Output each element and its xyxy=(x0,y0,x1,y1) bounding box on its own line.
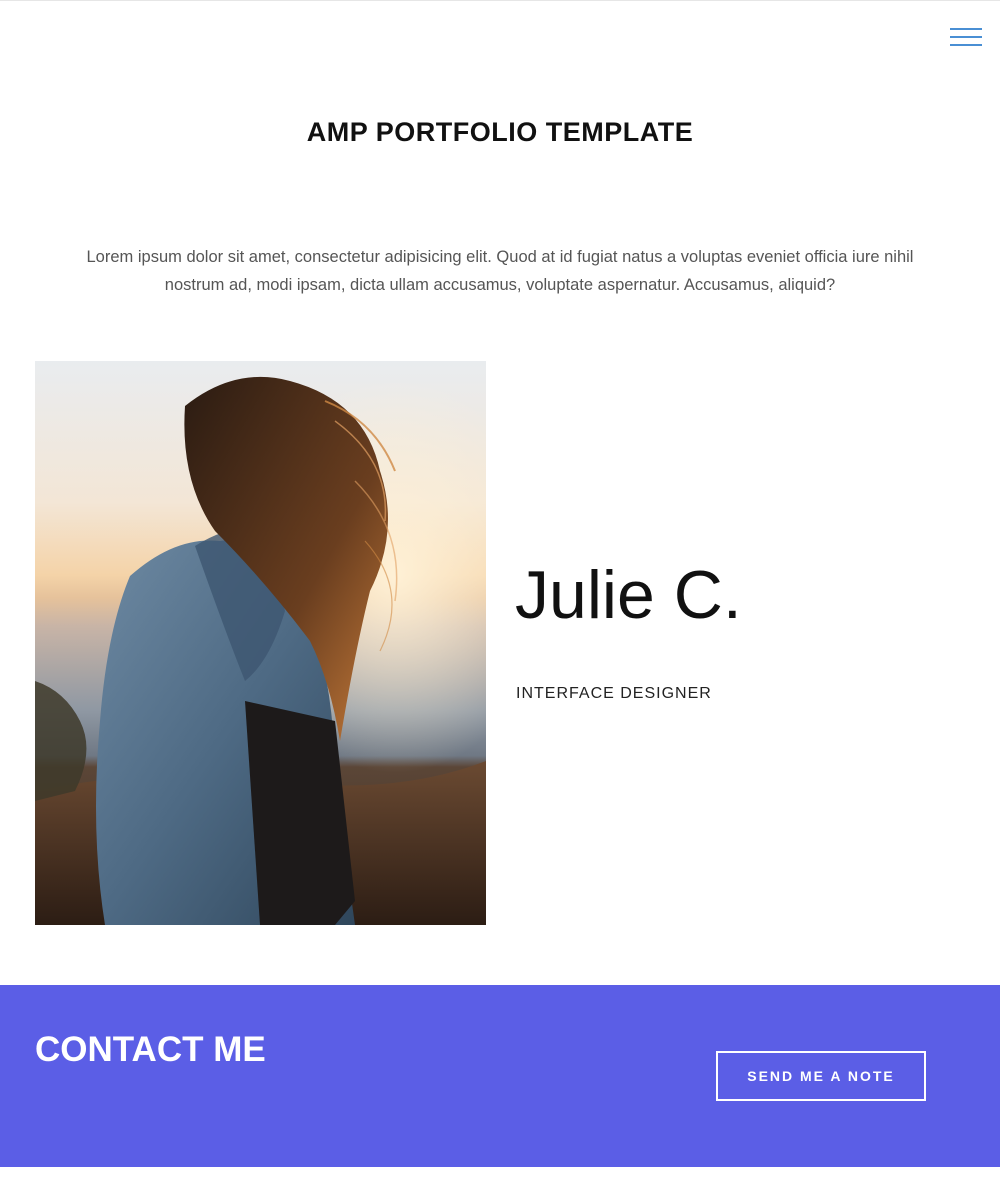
contact-title: CONTACT ME xyxy=(35,1030,266,1069)
profile-name: Julie C. xyxy=(515,557,742,633)
hamburger-menu-icon xyxy=(950,28,982,46)
menu-button[interactable] xyxy=(948,23,984,51)
contact-section: CONTACT ME SEND ME A NOTE xyxy=(0,985,1000,1167)
send-note-button[interactable]: SEND ME A NOTE xyxy=(716,1051,926,1101)
page-title: AMP PORTFOLIO TEMPLATE xyxy=(306,117,694,147)
portfolio-page: AMP PORTFOLIO TEMPLATE Lorem ipsum dolor… xyxy=(0,0,1000,1200)
profile-role: INTERFACE DESIGNER xyxy=(516,685,712,702)
profile-photo xyxy=(35,361,486,925)
intro-text: Lorem ipsum dolor sit amet, consectetur … xyxy=(86,248,914,294)
